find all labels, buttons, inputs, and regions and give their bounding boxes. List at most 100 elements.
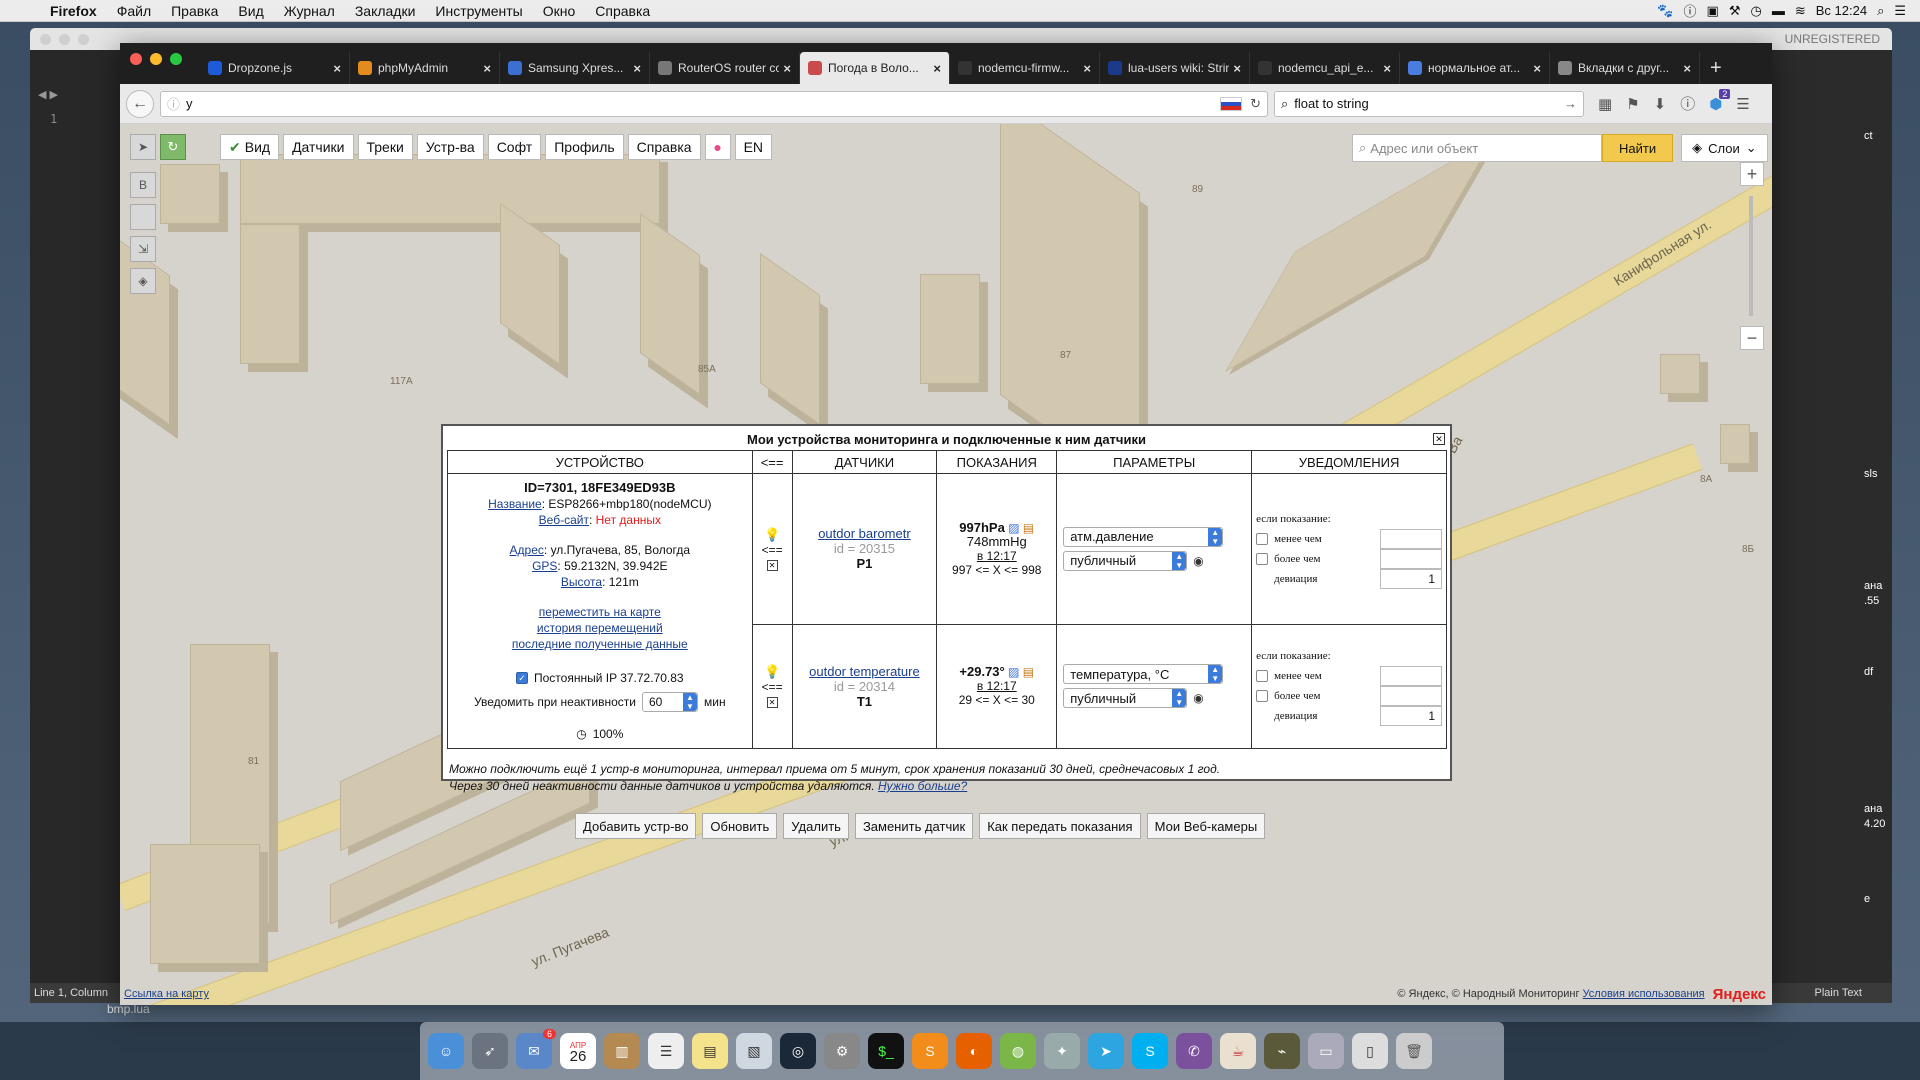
search-go-icon[interactable]: → xyxy=(1564,96,1577,111)
toolbar-sensors-button[interactable]: Датчики xyxy=(283,134,354,160)
new-tab-button[interactable]: + xyxy=(1700,57,1732,84)
calendar-icon[interactable]: ▤ xyxy=(1023,521,1034,535)
device-gps-link[interactable]: GPS xyxy=(532,559,557,573)
detach-sensor-icon[interactable]: ✕ xyxy=(766,697,778,709)
editor-close-button[interactable] xyxy=(40,34,51,45)
sublime-text-icon[interactable]: S xyxy=(912,1033,948,1069)
menu-view[interactable]: Вид xyxy=(228,3,273,19)
map-link[interactable]: Ссылка на карту xyxy=(120,988,209,1000)
replace-sensor-button[interactable]: Заменить датчик xyxy=(854,813,974,839)
utility-icon[interactable]: ✦ xyxy=(1044,1033,1080,1069)
menu-hamburger-icon[interactable]: ☰ xyxy=(1736,95,1749,113)
window-zoom-button[interactable] xyxy=(170,53,182,65)
delete-button[interactable]: Удалить xyxy=(783,813,849,839)
toolbar-view-button[interactable]: ✔ Вид xyxy=(220,134,280,160)
map-view[interactable]: 89 117А 85А 87 8А 8Б 81 Канифольная ул. … xyxy=(120,124,1772,1005)
map-tool-b-icon[interactable]: B xyxy=(130,172,156,198)
reading-time-link[interactable]: в 12:17 xyxy=(977,679,1017,693)
menu-app-firefox[interactable]: Firefox xyxy=(40,3,107,19)
calendar-icon[interactable]: ▤ xyxy=(1023,665,1034,679)
contacts-icon[interactable]: ▥ xyxy=(604,1033,640,1069)
device-name-link[interactable]: Название xyxy=(488,497,542,511)
map-tool-exit-icon[interactable]: ⇲ xyxy=(130,236,156,262)
toolbar-help-button[interactable]: Справка xyxy=(627,134,701,160)
attach-arrow[interactable]: <== xyxy=(753,543,792,557)
how-to-send-button[interactable]: Как передать показания xyxy=(979,813,1141,839)
tab-dropzone[interactable]: Dropzone.js × xyxy=(200,52,350,84)
paw-icon[interactable]: 🐾 xyxy=(1657,3,1673,19)
find-button[interactable]: Найти xyxy=(1602,134,1674,162)
toolbar-profile-button[interactable]: Профиль xyxy=(545,134,624,160)
menu-file[interactable]: Файл xyxy=(107,3,161,19)
less-than-checkbox[interactable] xyxy=(1256,670,1269,683)
clock-history-icon[interactable]: ◷ xyxy=(1750,3,1761,19)
device-address-link[interactable]: Адрес xyxy=(510,543,544,557)
toolbar-language-button[interactable]: EN xyxy=(734,134,773,160)
site-identity-icon[interactable]: ⓘ xyxy=(167,94,180,113)
menu-window[interactable]: Окно xyxy=(533,3,586,19)
less-than-checkbox[interactable] xyxy=(1256,532,1269,545)
image-capture-icon[interactable]: ▭ xyxy=(1308,1033,1344,1069)
address-search-input[interactable]: ⌕ Адрес или объект xyxy=(1352,134,1602,162)
editor-syntax[interactable]: Plain Text xyxy=(1815,987,1893,999)
tab-lua-users[interactable]: lua-users wiki: Strin...× xyxy=(1100,52,1250,84)
need-more-link[interactable]: Нужно больше? xyxy=(878,779,967,793)
notes-icon[interactable]: ▤ xyxy=(692,1033,728,1069)
yandex-logo[interactable]: Яндекс xyxy=(1713,986,1772,1003)
more-than-input[interactable] xyxy=(1380,686,1442,707)
layers-button[interactable]: ◈ Слои ⌄ xyxy=(1681,134,1768,162)
sensor-name-link[interactable]: outdor temperature xyxy=(809,664,920,679)
tab-weather-active[interactable]: Погода в Воло... × xyxy=(800,52,950,84)
more-than-checkbox[interactable] xyxy=(1256,552,1269,565)
notification-center-icon[interactable]: ☰ xyxy=(1894,3,1906,19)
tab-close-icon[interactable]: × xyxy=(1083,61,1091,76)
editor-nav-arrows-icon[interactable]: ◀ ▶ xyxy=(38,88,58,101)
tab-groups-icon[interactable]: ▦ xyxy=(1598,95,1612,113)
refresh-button[interactable]: Обновить xyxy=(702,813,778,839)
finder-icon[interactable]: ☺ xyxy=(428,1033,464,1069)
tab-synced-tabs[interactable]: Вкладки с друг... × xyxy=(1550,52,1700,84)
tab-close-icon[interactable]: × xyxy=(783,61,791,76)
trash-icon[interactable]: 🗑 xyxy=(1396,1033,1432,1069)
back-button[interactable]: ← xyxy=(126,89,154,118)
toolbar-tracks-button[interactable]: Треки xyxy=(357,134,413,160)
locate-arrow-icon[interactable]: ➤ xyxy=(130,134,156,160)
tab-close-icon[interactable]: × xyxy=(633,61,641,76)
search-bar[interactable]: ⌕ float to string → xyxy=(1274,90,1584,117)
toolbar-devices-button[interactable]: Устр-ва xyxy=(416,134,484,160)
lightbulb-icon[interactable]: 💡 xyxy=(753,664,792,680)
reading-time-link[interactable]: в 12:17 xyxy=(977,549,1017,563)
zoom-slider[interactable] xyxy=(1749,196,1753,316)
eye-icon[interactable]: ◉ xyxy=(1193,691,1203,705)
more-than-input[interactable] xyxy=(1380,548,1442,569)
tab-close-icon[interactable]: × xyxy=(1533,61,1541,76)
tab-close-icon[interactable]: × xyxy=(1383,61,1391,76)
visibility-select[interactable]: публичный ▲ ▼ xyxy=(1063,550,1188,571)
extension-icon[interactable]: ⬢ 2 xyxy=(1709,88,1731,113)
chart-icon[interactable]: ▨ xyxy=(1008,521,1019,535)
system-preferences-gear-icon[interactable]: ⚙ xyxy=(824,1033,860,1069)
tab-phpmyadmin[interactable]: phpMyAdmin × xyxy=(350,52,500,84)
tab-close-icon[interactable]: × xyxy=(483,61,491,76)
bookmark-flag-icon[interactable]: ⚑ xyxy=(1626,95,1639,113)
detach-sensor-icon[interactable]: ✕ xyxy=(766,559,778,571)
deviation-input[interactable]: 1 xyxy=(1380,568,1442,589)
toolbar-software-button[interactable]: Софт xyxy=(487,134,542,160)
calendar-icon[interactable]: АПР 26 xyxy=(560,1033,596,1069)
menu-tools[interactable]: Инструменты xyxy=(425,3,532,19)
menu-help[interactable]: Справка xyxy=(585,3,660,19)
sensor-type-select[interactable]: атм.давление ▲ ▼ xyxy=(1063,526,1224,547)
editor-zoom-button[interactable] xyxy=(78,34,89,45)
launchpad-rocket-icon[interactable]: ➶ xyxy=(472,1033,508,1069)
firefox-icon[interactable]: ◐ xyxy=(956,1033,992,1069)
steam-icon[interactable]: ◎ xyxy=(780,1033,816,1069)
toolbar-piggybank-button[interactable]: ● xyxy=(704,134,731,160)
last-data-link[interactable]: последние полученные данные xyxy=(512,637,688,651)
spotlight-search-icon[interactable]: ⌕ xyxy=(1877,3,1884,19)
tab-close-icon[interactable]: × xyxy=(1233,61,1241,76)
tab-close-icon[interactable]: × xyxy=(333,61,341,76)
wrench-icon[interactable]: ⚒ xyxy=(1729,3,1741,19)
zoom-in-button[interactable]: + xyxy=(1740,162,1764,186)
wifi-icon[interactable]: ≋ xyxy=(1795,3,1806,19)
documents-folder-icon[interactable]: ▯ xyxy=(1352,1033,1388,1069)
